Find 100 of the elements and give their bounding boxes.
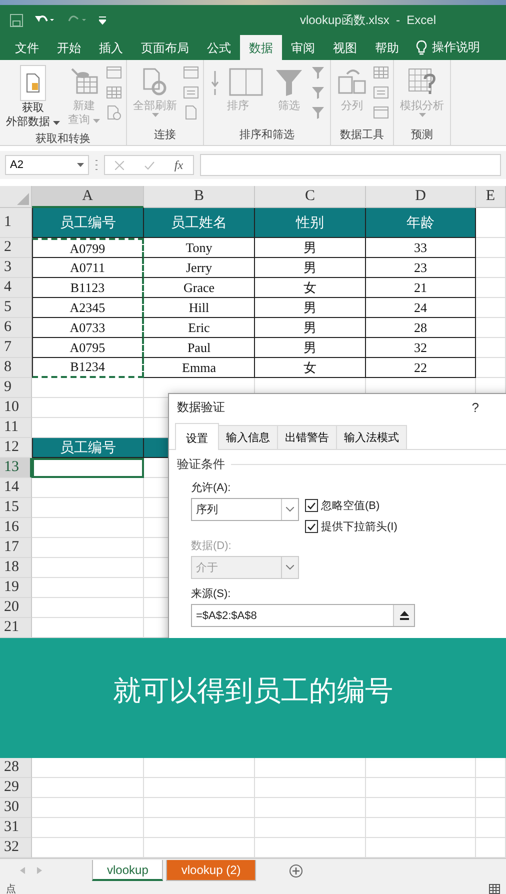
checkbox-option[interactable]: 忽略空值(B) [305, 498, 398, 513]
name-box[interactable]: A2 [5, 155, 89, 175]
checkbox-option[interactable]: 提供下拉箭头(I) [305, 519, 398, 534]
funnel-icon[interactable] [310, 65, 326, 81]
table-cell[interactable] [476, 318, 506, 338]
ribbon-tab[interactable]: 开始 [48, 35, 90, 60]
table-cell[interactable] [476, 298, 506, 318]
check-icon[interactable] [144, 160, 155, 170]
table-cell[interactable] [476, 358, 506, 378]
row-header[interactable]: 17 [0, 538, 32, 558]
table-cell[interactable] [32, 598, 144, 618]
table-cell[interactable]: 21 [366, 278, 476, 298]
table-cell[interactable]: B1234 [32, 358, 144, 378]
collapse-icon[interactable] [400, 611, 408, 620]
clock-icon[interactable] [106, 105, 122, 121]
table-cell[interactable]: A0799 [32, 238, 144, 258]
header-cell[interactable]: 年龄 [366, 208, 476, 238]
row-header[interactable]: 11 [0, 418, 32, 438]
table-cell[interactable] [32, 518, 144, 538]
table-cell[interactable]: A0711 [32, 258, 144, 278]
source-field[interactable]: =$A$2:$A$8 [191, 604, 415, 627]
table-cell[interactable] [144, 778, 255, 798]
table-cell[interactable] [32, 478, 144, 498]
table-cell[interactable]: 33 [366, 238, 476, 258]
table-cell[interactable] [366, 798, 476, 818]
table-cell[interactable] [476, 778, 506, 798]
ribbon-tab[interactable]: 数据 [240, 35, 282, 60]
table-cell[interactable] [32, 798, 144, 818]
table-cell[interactable] [476, 278, 506, 298]
row-header[interactable]: 1 [0, 208, 32, 238]
table-cell[interactable]: Jerry [144, 258, 255, 278]
table-cell[interactable]: 28 [366, 318, 476, 338]
table-cell[interactable]: Grace [144, 278, 255, 298]
table-cell[interactable] [476, 818, 506, 838]
table-cell[interactable] [255, 778, 366, 798]
row-header[interactable]: 29 [0, 778, 32, 798]
ribbon-tab[interactable]: 插入 [90, 35, 132, 60]
row-header[interactable]: 31 [0, 818, 32, 838]
add-sheet-icon[interactable] [288, 864, 303, 878]
table-cell[interactable]: 男 [255, 338, 366, 358]
row-header[interactable]: 16 [0, 518, 32, 538]
table-cell[interactable] [32, 578, 144, 598]
table-cell[interactable]: 男 [255, 318, 366, 338]
row-header[interactable]: 20 [0, 598, 32, 618]
ribbon-tab[interactable]: 公式 [198, 35, 240, 60]
left-arrow-icon[interactable] [20, 867, 25, 874]
table-cell[interactable]: 32 [366, 338, 476, 358]
funnel-icon[interactable] [310, 85, 326, 101]
table-cell[interactable] [476, 208, 506, 238]
row-header[interactable]: 14 [0, 478, 32, 498]
table-cell[interactable] [255, 798, 366, 818]
table-cell[interactable] [476, 238, 506, 258]
table-cell[interactable] [476, 798, 506, 818]
header-cell[interactable]: 性别 [255, 208, 366, 238]
insert-function-button[interactable]: fx [174, 158, 184, 172]
row-header[interactable]: 10 [0, 398, 32, 418]
table-icon[interactable] [183, 65, 200, 81]
help-button[interactable]: ? [472, 400, 479, 415]
grid-icon[interactable] [106, 85, 122, 101]
table-cell[interactable]: 24 [366, 298, 476, 318]
column-header[interactable]: D [366, 186, 476, 208]
header-cell[interactable]: 员工编号 [32, 208, 144, 238]
table-cell[interactable] [32, 378, 144, 398]
row-header[interactable]: 12 [0, 438, 32, 458]
table-cell[interactable] [32, 398, 144, 418]
column-header[interactable]: B [144, 186, 255, 208]
table-cell[interactable] [476, 338, 506, 358]
ribbon-tab[interactable]: 页面布局 [132, 35, 198, 60]
table-cell[interactable]: 22 [366, 358, 476, 378]
funnel-icon[interactable] [310, 105, 326, 121]
table-cell[interactable]: 男 [255, 258, 366, 278]
grid-icon[interactable] [373, 65, 390, 81]
dialog-tab[interactable]: 输入法模式 [336, 425, 407, 449]
customize-icon[interactable] [99, 16, 106, 24]
list-icon[interactable] [183, 85, 200, 101]
row-header[interactable]: 2 [0, 238, 32, 258]
table-cell[interactable] [366, 778, 476, 798]
table-cell[interactable]: Eric [144, 318, 255, 338]
checkbox[interactable] [305, 499, 318, 512]
table-cell[interactable]: Paul [144, 338, 255, 358]
row-header[interactable]: 18 [0, 558, 32, 578]
table-cell[interactable]: A0795 [32, 338, 144, 358]
table-cell[interactable]: Emma [144, 358, 255, 378]
row-header[interactable]: 32 [0, 838, 32, 858]
row-header[interactable]: 21 [0, 618, 32, 638]
ribbon-tab[interactable]: 视图 [324, 35, 366, 60]
table-cell[interactable] [32, 558, 144, 578]
table-cell[interactable] [32, 778, 144, 798]
tell-me-search[interactable]: 操作说明 [408, 35, 480, 60]
sheet-tab[interactable]: vlookup [92, 860, 164, 881]
header-cell[interactable]: 员工编号 [32, 438, 144, 458]
checkbox[interactable] [305, 520, 318, 533]
row-header[interactable]: 8 [0, 358, 32, 378]
normal-view-icon[interactable] [489, 884, 500, 894]
table-cell[interactable]: 女 [255, 278, 366, 298]
column-header[interactable]: C [255, 186, 366, 208]
table-cell[interactable]: Hill [144, 298, 255, 318]
table-cell[interactable] [144, 818, 255, 838]
row-header[interactable]: 30 [0, 798, 32, 818]
row-header[interactable]: 28 [0, 758, 32, 778]
